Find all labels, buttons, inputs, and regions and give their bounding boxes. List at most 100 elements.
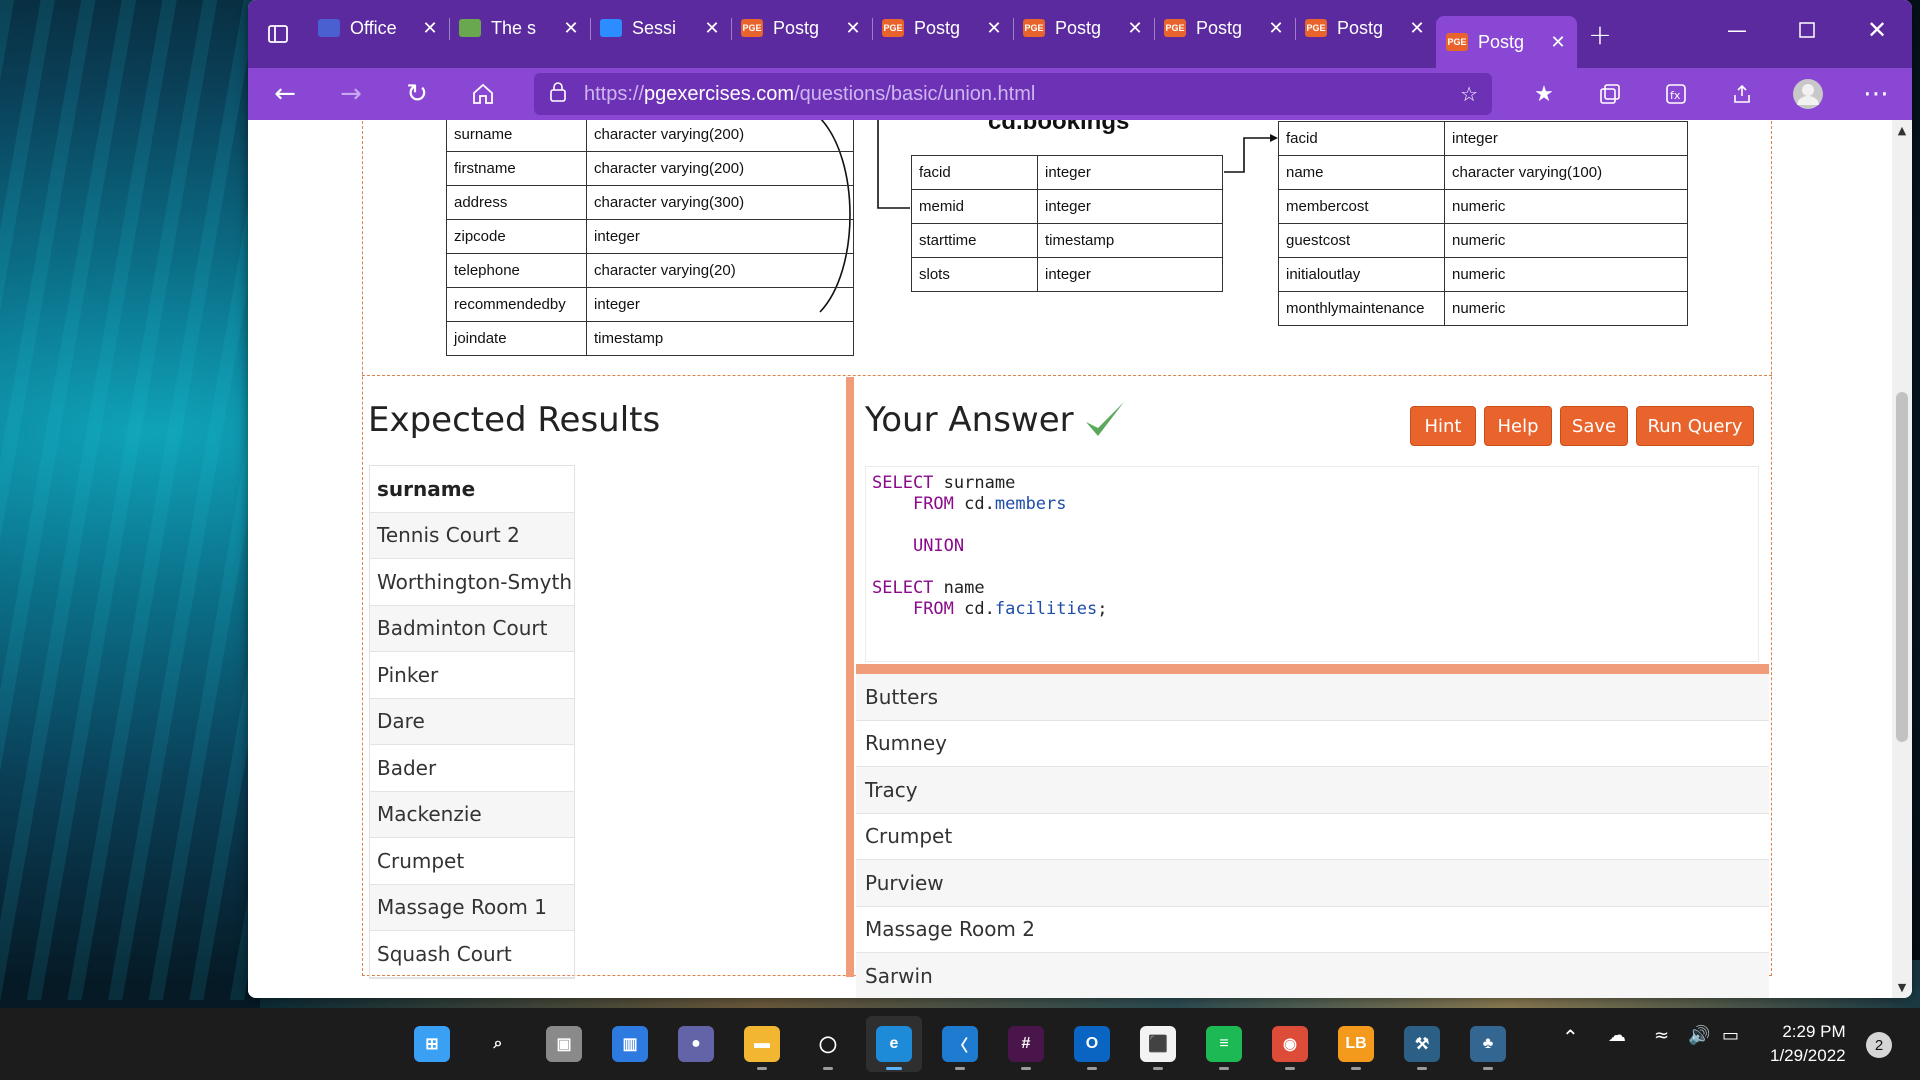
onedrive-icon[interactable]: ☁ xyxy=(1608,1025,1626,1046)
file-explorer-icon[interactable]: ▬ xyxy=(734,1016,790,1072)
refresh-button[interactable]: ↻ xyxy=(384,68,450,120)
column-type: character varying(300) xyxy=(586,185,854,220)
close-tab-icon[interactable]: ✕ xyxy=(562,18,580,39)
schema-row: zipcode integer xyxy=(446,219,854,254)
sql-keyword: UNION xyxy=(912,536,965,556)
cortana-icon[interactable]: ◯ xyxy=(800,1016,856,1072)
battery-icon[interactable]: ▭ xyxy=(1722,1025,1739,1046)
more-menu-icon[interactable]: ⋯ xyxy=(1846,68,1906,120)
close-window-button[interactable]: ✕ xyxy=(1842,0,1912,60)
column-name: zipcode xyxy=(446,219,587,254)
pge-icon: PGE xyxy=(1305,19,1327,37)
back-button[interactable]: ← xyxy=(252,68,318,120)
search-icon[interactable]: ⌕ xyxy=(470,1016,526,1072)
home-button[interactable] xyxy=(450,68,516,120)
running-indicator xyxy=(1087,1067,1097,1070)
minimize-button[interactable]: — xyxy=(1702,0,1772,60)
query-result-row: Massage Room 2 xyxy=(856,907,1769,953)
schema-row: memid integer xyxy=(911,189,1223,224)
widgets-icon-glyph: ▥ xyxy=(612,1026,648,1062)
close-tab-icon[interactable]: ✕ xyxy=(844,18,862,39)
mysql-workbench-icon[interactable]: ⚒ xyxy=(1394,1016,1450,1072)
profile-avatar[interactable] xyxy=(1778,68,1838,120)
add-favorite-icon[interactable]: ☆ xyxy=(1460,82,1478,106)
close-tab-icon[interactable]: ✕ xyxy=(1267,18,1285,39)
column-name: monthlymaintenance xyxy=(1278,291,1445,326)
browser-tab[interactable]: PGE Postg ✕ xyxy=(1154,4,1295,52)
sql-editor[interactable]: SELECT surname FROM cd.members UNION SEL… xyxy=(865,466,1759,662)
column-name: starttime xyxy=(911,223,1038,258)
page-scrollbar[interactable]: ▲ ▼ xyxy=(1892,120,1912,998)
close-tab-icon[interactable]: ✕ xyxy=(985,18,1003,39)
close-tab-icon[interactable]: ✕ xyxy=(1126,18,1144,39)
volume-icon[interactable]: 🔊 xyxy=(1688,1025,1710,1046)
column-type: integer xyxy=(586,287,854,322)
close-tab-icon[interactable]: ✕ xyxy=(421,18,439,39)
run-query-button[interactable]: Run Query xyxy=(1636,406,1754,446)
expected-result-row: Squash Court xyxy=(370,931,574,978)
tab-title: The s xyxy=(491,17,537,38)
browser-tab[interactable]: Sessi ✕ xyxy=(590,4,731,52)
schema-row: name character varying(100) xyxy=(1278,155,1688,190)
collections-icon[interactable] xyxy=(1580,68,1640,120)
new-tab-button[interactable]: + xyxy=(1577,18,1623,51)
favorites-icon[interactable]: ★ xyxy=(1514,68,1574,120)
close-tab-icon[interactable]: ✕ xyxy=(1549,32,1567,53)
spotify-icon[interactable]: ≡ xyxy=(1196,1016,1252,1072)
browser-tab[interactable]: PGE Postg ✕ xyxy=(731,4,872,52)
slack-icon[interactable]: # xyxy=(998,1016,1054,1072)
chrome-icon[interactable]: ◉ xyxy=(1262,1016,1318,1072)
pgadmin-elephant-icon[interactable]: ♣ xyxy=(1460,1016,1516,1072)
help-button[interactable]: Help xyxy=(1484,406,1552,446)
column-name: facid xyxy=(911,155,1038,190)
forward-button[interactable]: → xyxy=(318,68,384,120)
browser-tab[interactable]: PGE Postg ✕ xyxy=(1295,4,1436,52)
edge-browser-icon-glyph: e xyxy=(876,1026,912,1062)
column-name: membercost xyxy=(1278,189,1445,224)
wifi-icon[interactable]: ≈ xyxy=(1654,1025,1669,1046)
tab-actions-icon[interactable] xyxy=(248,0,308,68)
microsoft-store-icon[interactable]: ⬛ xyxy=(1130,1016,1186,1072)
math-solver-icon[interactable]: fx xyxy=(1646,68,1706,120)
browser-tab[interactable]: PGE Postg ✕ xyxy=(1013,4,1154,52)
browser-tab[interactable]: PGE Postg ✕ xyxy=(872,4,1013,52)
your-answer-title: Your Answer xyxy=(865,400,1074,440)
close-tab-icon[interactable]: ✕ xyxy=(703,18,721,39)
save-button[interactable]: Save xyxy=(1560,406,1628,446)
column-type: timestamp xyxy=(586,321,854,356)
scroll-up-icon[interactable]: ▲ xyxy=(1892,124,1912,137)
pane-splitter[interactable] xyxy=(846,377,854,977)
edge-browser-icon[interactable]: e xyxy=(866,1016,922,1072)
column-name: telephone xyxy=(446,253,587,288)
svg-text:fx: fx xyxy=(1670,89,1681,102)
tab-title: Postg xyxy=(1055,17,1102,38)
outlook-icon[interactable]: O xyxy=(1064,1016,1120,1072)
start-menu-icon[interactable]: ⊞ xyxy=(404,1016,460,1072)
schema-row: recommendedby integer xyxy=(446,287,854,322)
vscode-icon[interactable]: 〈 xyxy=(932,1016,988,1072)
system-clock[interactable]: 2:29 PM 1/29/2022 xyxy=(1770,1020,1846,1068)
editor-resize-handle[interactable] xyxy=(856,664,1769,674)
show-hidden-icons[interactable]: ⌃ xyxy=(1562,1025,1579,1049)
maximize-button[interactable] xyxy=(1772,0,1842,60)
scroll-down-icon[interactable]: ▼ xyxy=(1892,981,1912,994)
browser-tab[interactable]: The s ✕ xyxy=(449,4,590,52)
browser-tab[interactable]: Office ✕ xyxy=(308,4,449,52)
address-bar[interactable]: https://pgexercises.com/questions/basic/… xyxy=(534,73,1492,115)
close-tab-icon[interactable]: ✕ xyxy=(1408,18,1426,39)
tab-title: Postg xyxy=(914,17,961,38)
bookings-schema-table: facid integer memid integer starttime timesta… xyxy=(911,155,1223,292)
browser-tab[interactable]: PGE Postg ✕ xyxy=(1436,16,1577,68)
pge-icon: PGE xyxy=(1164,19,1186,37)
column-name: memid xyxy=(911,189,1038,224)
widgets-icon[interactable]: ▥ xyxy=(602,1016,658,1072)
teams-chat-icon[interactable]: ● xyxy=(668,1016,724,1072)
libreoffice-base-icon[interactable]: LB xyxy=(1328,1016,1384,1072)
scrollbar-thumb[interactable] xyxy=(1896,392,1908,742)
hint-button[interactable]: Hint xyxy=(1410,406,1476,446)
notification-badge[interactable]: 2 xyxy=(1866,1032,1892,1058)
vscode-icon-glyph: 〈 xyxy=(942,1026,978,1062)
task-view-icon[interactable]: ▣ xyxy=(536,1016,592,1072)
tab-title: Sessi xyxy=(632,17,677,38)
share-icon[interactable] xyxy=(1712,68,1772,120)
